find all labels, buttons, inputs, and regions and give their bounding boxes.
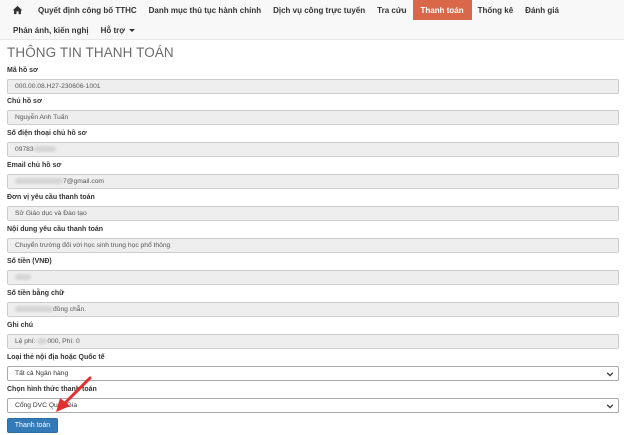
noi-dung-input[interactable]: Chuyển trường đối với học sinh trung học… — [7, 238, 619, 253]
nav-row-primary: Quyết định công bố TTHC Danh mục thủ tục… — [0, 0, 565, 20]
hinh-thuc-selected: Cổng DVC Quốc Gia — [15, 402, 78, 409]
nav-item-thong-ke[interactable]: Thống kê — [472, 0, 520, 20]
field-chu-ho-so: Chủ hồ sơ Nguyễn Anh Tuấn — [7, 97, 619, 125]
so-tien-input[interactable] — [7, 270, 619, 285]
hinh-thuc-select[interactable]: Cổng DVC Quốc Gia — [7, 398, 619, 413]
field-label: Số tiền (VNĐ) — [7, 258, 52, 265]
field-so-tien-chu: Số tiền bằng chữ đồng chẵn. — [7, 289, 619, 317]
field-loai-the: Loại thẻ nội địa hoặc Quốc tế Tất cả Ngâ… — [7, 353, 619, 381]
redacted-mask — [37, 338, 48, 345]
ghi-chu-prefix: Lệ phí: — [15, 338, 38, 345]
nav-item-phan-anh[interactable]: Phản ánh, kiến nghị — [7, 20, 95, 40]
field-label: Nội dung yêu cầu thanh toán — [7, 226, 104, 233]
field-label: Loại thẻ nội địa hoặc Quốc tế — [7, 354, 105, 361]
so-dien-thoai-input[interactable]: 09783 — [7, 142, 619, 157]
email-value: 7@gmail.com — [63, 178, 104, 185]
field-ma-ho-so: Mã hồ sơ 000.00.08.H27-230606-1001 — [7, 66, 619, 94]
so-tien-chu-input[interactable]: đồng chẵn. — [7, 302, 619, 317]
don-vi-input[interactable]: Sở Giáo dục và Đào tạo — [7, 206, 619, 221]
field-label: Số điện thoại chủ hồ sơ — [7, 130, 87, 137]
redacted-mask — [33, 146, 56, 153]
nav-item-dich-vu[interactable]: Dịch vụ công trực tuyến — [267, 0, 371, 20]
thanh-toan-button[interactable]: Thanh toán — [7, 418, 58, 433]
field-so-tien: Số tiền (VNĐ) — [7, 257, 619, 285]
nav-item-tra-cuu[interactable]: Tra cứu — [371, 0, 412, 20]
field-label: Số tiền bằng chữ — [7, 290, 65, 297]
nav-item-danh-muc[interactable]: Danh mục thủ tục hành chính — [143, 0, 267, 20]
nav-item-thanh-toan[interactable]: Thanh toán — [412, 0, 472, 20]
email-input[interactable]: 7@gmail.com — [7, 174, 619, 189]
chevron-down-icon — [606, 404, 614, 409]
field-email: Email chủ hồ sơ 7@gmail.com — [7, 161, 619, 189]
redacted-mask — [15, 178, 63, 185]
ghi-chu-suffix: 000, Phí: 0 — [47, 338, 80, 345]
field-label: Mã hồ sơ — [7, 67, 39, 74]
field-ghi-chu: Ghi chú Lệ phí: 000, Phí: 0 — [7, 321, 619, 349]
so-tien-chu-value: đồng chẵn. — [53, 306, 87, 313]
field-hinh-thuc: Chọn hình thức thanh toán Cổng DVC Quốc … — [7, 385, 619, 413]
field-noi-dung: Nội dung yêu cầu thanh toán Chuyển trườn… — [7, 225, 619, 253]
chevron-down-icon — [606, 372, 614, 377]
page-title: THÔNG TIN THANH TOÁN — [7, 45, 174, 60]
field-label: Đơn vị yêu cầu thanh toán — [7, 194, 95, 201]
home-icon — [12, 5, 23, 15]
nav-row-secondary: Phản ánh, kiến nghị Hỗ trợ — [7, 20, 141, 40]
loai-the-selected: Tất cả Ngân hàng — [15, 370, 69, 377]
field-so-dien-thoai: Số điện thoại chủ hồ sơ 09783 — [7, 129, 619, 157]
field-label: Chủ hồ sơ — [7, 98, 42, 105]
nav-item-ho-tro[interactable]: Hỗ trợ — [95, 20, 141, 40]
field-label: Chọn hình thức thanh toán — [7, 386, 97, 393]
redacted-mask — [15, 306, 53, 313]
ma-ho-so-input[interactable]: 000.00.08.H27-230606-1001 — [7, 79, 619, 94]
field-label: Ghi chú — [7, 322, 34, 329]
redacted-mask — [15, 274, 31, 281]
chu-ho-so-input[interactable]: Nguyễn Anh Tuấn — [7, 110, 619, 125]
field-label: Email chủ hồ sơ — [7, 162, 62, 169]
caret-down-icon — [128, 28, 135, 32]
field-don-vi: Đơn vị yêu cầu thanh toán Sở Giáo dục và… — [7, 193, 619, 221]
nav-item-quyet-dinh[interactable]: Quyết định công bố TTHC — [32, 0, 143, 20]
nav-item-danh-gia[interactable]: Đánh giá — [519, 0, 565, 20]
ghi-chu-input[interactable]: Lệ phí: 000, Phí: 0 — [7, 334, 619, 349]
top-navbar: Quyết định công bố TTHC Danh mục thủ tục… — [0, 0, 624, 40]
loai-the-select[interactable]: Tất cả Ngân hàng — [7, 366, 619, 381]
nav-item-ho-tro-label: Hỗ trợ — [100, 25, 125, 35]
nav-home[interactable] — [0, 0, 32, 20]
so-dien-thoai-value: 09783 — [15, 146, 34, 153]
